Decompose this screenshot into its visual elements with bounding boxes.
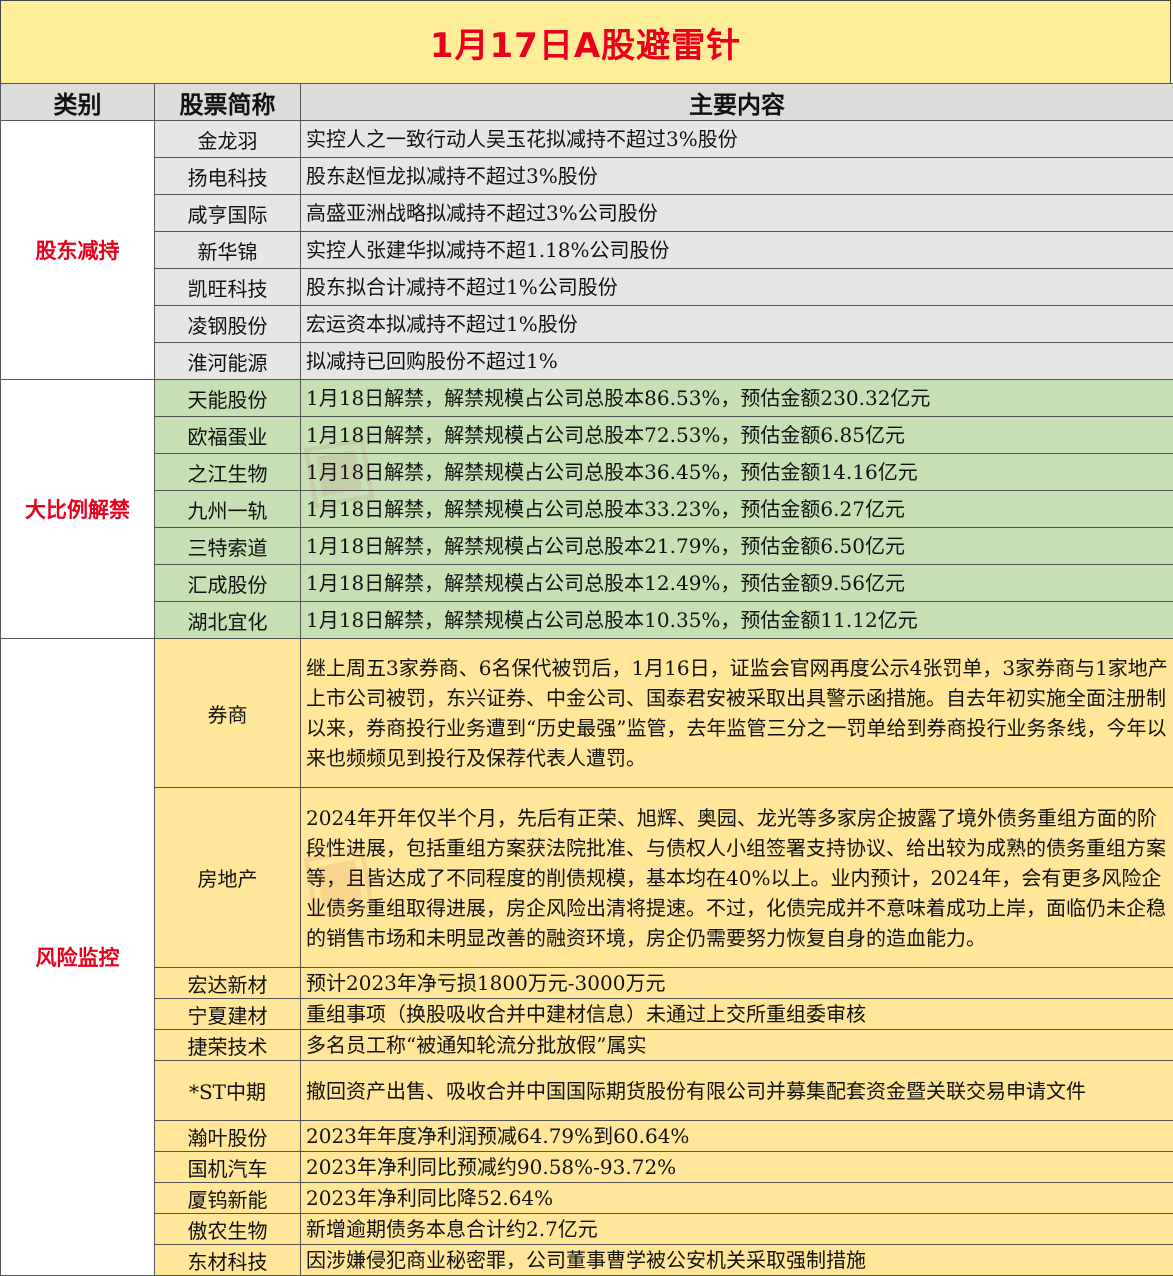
content-cell: 预计2023年净亏损1800万元-3000万元: [301, 968, 1173, 999]
table-row: 大比例解禁 天能股份 1月18日解禁，解禁规模占公司总股本86.53%，预估金额…: [1, 380, 1173, 417]
content-cell: 因涉嫌侵犯商业秘密罪，公司董事曹学被公安机关采取强制措施: [301, 1245, 1173, 1276]
header-category: 类别: [1, 84, 155, 121]
table-row: 汇成股份 1月18日解禁，解禁规模占公司总股本12.49%，预估金额9.56亿元: [1, 565, 1173, 602]
content-cell: 实控人张建华拟减持不超1.18%公司股份: [301, 232, 1173, 269]
content-cell: 1月18日解禁，解禁规模占公司总股本86.53%，预估金额230.32亿元: [301, 380, 1173, 417]
stock-name: 厦钨新能: [155, 1183, 301, 1214]
stock-name: 之江生物: [155, 454, 301, 491]
content-cell: 重组事项（换股吸收合并中建材信息）未通过上交所重组委审核: [301, 999, 1173, 1030]
table-row: 风险监控 券商 继上周五3家券商、6名保代被罚后，1月16日，证监会官网再度公示…: [1, 639, 1173, 788]
table-row: 捷荣技术 多名员工称“被通知轮流分批放假”属实: [1, 1030, 1173, 1061]
content-cell: 1月18日解禁，解禁规模占公司总股本10.35%，预估金额11.12亿元: [301, 602, 1173, 639]
content-cell: 股东赵恒龙拟减持不超过3%股份: [301, 158, 1173, 195]
stock-name: 咸亨国际: [155, 195, 301, 232]
content-cell: 股东拟合计减持不超过1%公司股份: [301, 269, 1173, 306]
stock-name: 瀚叶股份: [155, 1121, 301, 1152]
table-row: 傲农生物 新增逾期债务本息合计约2.7亿元: [1, 1214, 1173, 1245]
content-cell: 1月18日解禁，解禁规模占公司总股本72.53%，预估金额6.85亿元: [301, 417, 1173, 454]
content-cell: 1月18日解禁，解禁规模占公司总股本36.45%，预估金额14.16亿元: [301, 454, 1173, 491]
content-cell: 宏运资本拟减持不超过1%股份: [301, 306, 1173, 343]
table-row: *ST中期 撤回资产出售、吸收合并中国国际期货股份有限公司并募集配套资金暨关联交…: [1, 1061, 1173, 1121]
table-row: 宏达新材 预计2023年净亏损1800万元-3000万元: [1, 968, 1173, 999]
stock-name: *ST中期: [155, 1061, 301, 1121]
table-row: 凌钢股份 宏运资本拟减持不超过1%股份: [1, 306, 1173, 343]
table-row: 咸亨国际 高盛亚洲战略拟减持不超过3%公司股份: [1, 195, 1173, 232]
table-row: 东材科技 因涉嫌侵犯商业秘密罪，公司董事曹学被公安机关采取强制措施: [1, 1245, 1173, 1276]
stock-name: 捷荣技术: [155, 1030, 301, 1061]
stock-name: 九州一轨: [155, 491, 301, 528]
table-row: 三特索道 1月18日解禁，解禁规模占公司总股本21.79%，预估金额6.50亿元: [1, 528, 1173, 565]
table-row: 九州一轨 1月18日解禁，解禁规模占公司总股本33.23%，预估金额6.27亿元: [1, 491, 1173, 528]
stock-name: 欧福蛋业: [155, 417, 301, 454]
content-cell: 实控人之一致行动人吴玉花拟减持不超过3%股份: [301, 121, 1173, 158]
content-cell: 2024年开年仅半个月，先后有正荣、旭辉、奥园、龙光等多家房企披露了境外债务重组…: [301, 788, 1173, 968]
stock-name: 宁夏建材: [155, 999, 301, 1030]
table-row: 淮河能源 拟减持已回购股份不超过1%: [1, 343, 1173, 380]
stock-name: 天能股份: [155, 380, 301, 417]
header-content: 主要内容: [301, 84, 1173, 121]
stock-name: 东材科技: [155, 1245, 301, 1276]
table-row: 房地产 2024年开年仅半个月，先后有正荣、旭辉、奥园、龙光等多家房企披露了境外…: [1, 788, 1173, 968]
stock-name: 金龙羽: [155, 121, 301, 158]
table-row: 之江生物 1月18日解禁，解禁规模占公司总股本36.45%，预估金额14.16亿…: [1, 454, 1173, 491]
stock-name: 国机汽车: [155, 1152, 301, 1183]
header-stock: 股票简称: [155, 84, 301, 121]
stock-name: 新华锦: [155, 232, 301, 269]
content-cell: 拟减持已回购股份不超过1%: [301, 343, 1173, 380]
content-cell: 撤回资产出售、吸收合并中国国际期货股份有限公司并募集配套资金暨关联交易申请文件: [301, 1061, 1173, 1121]
table-row: 欧福蛋业 1月18日解禁，解禁规模占公司总股本72.53%，预估金额6.85亿元: [1, 417, 1173, 454]
table-row: 扬电科技 股东赵恒龙拟减持不超过3%股份: [1, 158, 1173, 195]
content-cell: 新增逾期债务本息合计约2.7亿元: [301, 1214, 1173, 1245]
stock-name: 宏达新材: [155, 968, 301, 999]
stock-name: 券商: [155, 639, 301, 788]
content-cell: 2023年年度净利润预减64.79%到60.64%: [301, 1121, 1173, 1152]
table-row: 新华锦 实控人张建华拟减持不超1.18%公司股份: [1, 232, 1173, 269]
stock-name: 淮河能源: [155, 343, 301, 380]
table-row: 国机汽车 2023年净利同比预减约90.58%-93.72%: [1, 1152, 1173, 1183]
content-cell: 2023年净利同比降52.64%: [301, 1183, 1173, 1214]
category-cell: 大比例解禁: [1, 380, 155, 639]
content-cell: 多名员工称“被通知轮流分批放假”属实: [301, 1030, 1173, 1061]
table-row: 瀚叶股份 2023年年度净利润预减64.79%到60.64%: [1, 1121, 1173, 1152]
stock-name: 凯旺科技: [155, 269, 301, 306]
content-cell: 1月18日解禁，解禁规模占公司总股本12.49%，预估金额9.56亿元: [301, 565, 1173, 602]
table-row: 湖北宜化 1月18日解禁，解禁规模占公司总股本10.35%，预估金额11.12亿…: [1, 602, 1173, 639]
content-cell: 高盛亚洲战略拟减持不超过3%公司股份: [301, 195, 1173, 232]
category-cell: 风险监控: [1, 639, 155, 1276]
stock-name: 扬电科技: [155, 158, 301, 195]
stock-name: 房地产: [155, 788, 301, 968]
stock-name: 三特索道: [155, 528, 301, 565]
content-cell: 2023年净利同比预减约90.58%-93.72%: [301, 1152, 1173, 1183]
stock-name: 汇成股份: [155, 565, 301, 602]
category-cell: 股东减持: [1, 121, 155, 380]
content-cell: 1月18日解禁，解禁规模占公司总股本33.23%，预估金额6.27亿元: [301, 491, 1173, 528]
stock-name: 傲农生物: [155, 1214, 301, 1245]
content-cell: 1月18日解禁，解禁规模占公司总股本21.79%，预估金额6.50亿元: [301, 528, 1173, 565]
table-row: 股东减持 金龙羽 实控人之一致行动人吴玉花拟减持不超过3%股份: [1, 121, 1173, 158]
stock-name: 凌钢股份: [155, 306, 301, 343]
table-row: 厦钨新能 2023年净利同比降52.64%: [1, 1183, 1173, 1214]
page-title: 1月17日A股避雷针: [0, 0, 1171, 84]
stock-name: 湖北宜化: [155, 602, 301, 639]
risk-table: 类别 股票简称 主要内容 股东减持 金龙羽 实控人之一致行动人吴玉花拟减持不超过…: [0, 83, 1173, 1276]
table-row: 凯旺科技 股东拟合计减持不超过1%公司股份: [1, 269, 1173, 306]
header-row: 类别 股票简称 主要内容: [1, 84, 1173, 121]
table-row: 宁夏建材 重组事项（换股吸收合并中建材信息）未通过上交所重组委审核: [1, 999, 1173, 1030]
content-cell: 继上周五3家券商、6名保代被罚后，1月16日，证监会官网再度公示4张罚单，3家券…: [301, 639, 1173, 788]
